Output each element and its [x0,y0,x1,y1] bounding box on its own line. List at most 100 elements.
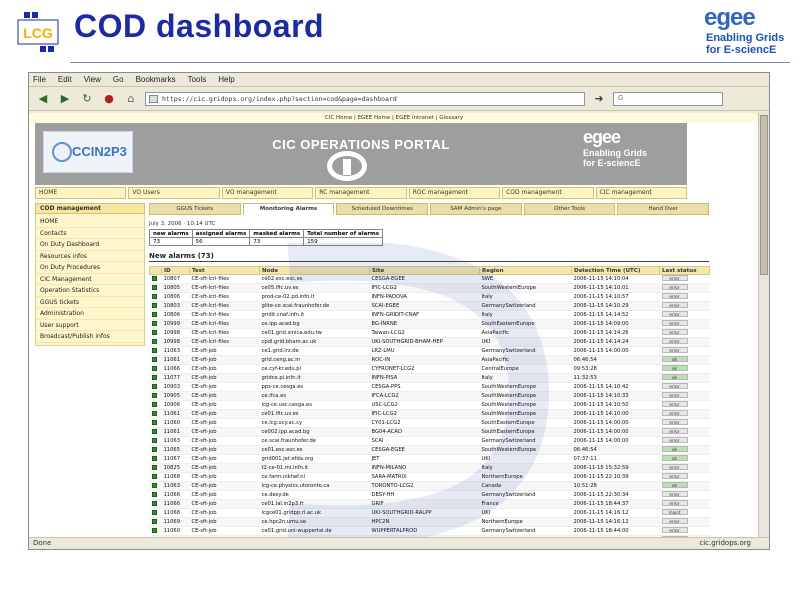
alarm-id[interactable]: 10806 [161,292,190,302]
nav-tab-vo-management[interactable]: VO management [221,187,314,199]
table-row[interactable]: 11068 CE-sft-job lcgce01.gridpp.rl.ac.uk UK… [149,508,710,518]
table-row[interactable]: 10825 CE-sft-job t2-ce-01.mi.infn.it INFN-M… [149,463,710,473]
alarm-id[interactable]: 10825 [161,463,190,473]
alarm-id[interactable]: 10803 [161,301,190,311]
tab-hand-over[interactable]: Hand Over [617,203,710,215]
checkbox-icon[interactable] [151,528,157,533]
checkbox-icon[interactable] [151,510,157,515]
status-badge[interactable]: error [661,302,688,308]
table-row[interactable]: 10805 CE-sft-lcrl-files ce05.ific.uv.es IFI… [149,283,710,293]
status-badge[interactable]: error [661,527,688,533]
sidebar-item-contacts[interactable]: Contacts [36,228,144,239]
status-badge[interactable]: error [661,311,688,317]
alarm-id[interactable]: 11068 [161,508,190,518]
status-badge[interactable]: ok [661,446,688,452]
alarm-id[interactable]: 11061 [161,355,190,365]
table-row[interactable]: 10806 CE-sft-lcrl-files prod-ce-02.pd.infn… [149,292,710,302]
alarm-id[interactable]: 11060 [161,418,190,428]
row-checkbox-cell[interactable] [149,328,162,338]
alarm-id[interactable]: 11068 [161,472,190,482]
row-checkbox-cell[interactable] [149,490,162,500]
checkbox-icon[interactable] [151,366,157,371]
checkbox-icon[interactable] [151,492,157,497]
checkbox-icon[interactable] [151,285,157,290]
alarm-id[interactable]: 11063 [161,481,190,491]
tab-sam-admin-s-page[interactable]: SAM Admin's page [430,203,522,215]
alarm-id[interactable]: 10905 [161,391,190,401]
table-row[interactable]: 11065 CE-sft-job ce01.esc.esc.es CESGA-EGEE… [149,445,710,455]
menu-item-file[interactable]: File [33,75,46,84]
table-row[interactable]: 11066 CE-sft-job ce.cyf-kr.edu.pl CYFRONET-… [149,364,710,374]
table-row[interactable]: 11061 CE-sft-job ce002.ipp.acad.bg BG04-ACA… [149,427,710,437]
alarm-id[interactable]: 11065 [161,445,190,455]
checkbox-icon[interactable] [151,375,157,380]
table-row[interactable]: 11063 CE-sft-job lcg-ce.physics.utoronto.c… [149,481,710,491]
table-row[interactable]: 11066 CE-sft-job ce01.lal.in2p3.fr GRIF Fran… [149,499,710,509]
status-badge[interactable]: error [661,410,688,416]
table-row[interactable]: 11067 CE-sft-job grid001.jet.efda.org JET UK… [149,454,710,464]
checkbox-icon[interactable] [151,474,157,479]
alarm-id[interactable]: 11066 [161,364,190,374]
row-checkbox-cell[interactable] [149,346,162,356]
row-checkbox-cell[interactable] [149,526,162,536]
menu-item-tools[interactable]: Tools [188,75,207,84]
checkbox-icon[interactable] [151,348,157,353]
alarm-id[interactable]: 10807 [161,274,190,284]
sidebar-item-resources-infos[interactable]: Resources infos [36,251,144,262]
table-row[interactable]: 10803 CE-sft-lcrl-files glite-ce.scai.frau… [149,301,710,311]
status-badge[interactable]: error [661,491,688,497]
alarm-id[interactable]: 10998 [161,337,190,347]
row-checkbox-cell[interactable] [149,292,162,302]
row-checkbox-cell[interactable] [149,409,162,419]
row-checkbox-cell[interactable] [149,364,162,374]
table-row[interactable]: 10906 CE-sft-job lcg-ce.usc.cesga.es USC-LC… [149,400,710,410]
status-badge[interactable]: error [661,293,688,299]
nav-tab-cic-management[interactable]: CIC management [595,187,687,199]
table-row[interactable]: 11060 CE-sft-job ce01.grid.uni-wuppertal.d… [149,526,710,536]
scrollbar-thumb[interactable] [760,115,768,275]
row-checkbox-cell[interactable] [149,418,162,428]
row-checkbox-cell[interactable] [149,454,162,464]
checkbox-icon[interactable] [151,357,157,362]
table-row[interactable]: 10806 CE-sft-lcrl-files gridit.cnaf.infn.i… [149,310,710,320]
sidebar-item-administration[interactable]: Administration [36,308,144,320]
sidebar-item-on-duty-procedures[interactable]: On Duty Procedures [36,262,144,274]
sidebar-item-cic-management[interactable]: CIC Management [36,274,144,285]
alarm-id[interactable]: 11061 [161,409,190,419]
nav-tab-cod-management[interactable]: COD management [502,187,594,199]
nav-tab-home[interactable]: HOME [35,187,127,199]
table-row[interactable]: 10998 CE-sft-lcrl-files ce01.grid.sinica.e… [149,328,710,338]
table-row[interactable]: 11077 CE-sft-job gridce.pi.infn.it INFN-PIS… [149,373,710,383]
table-row[interactable]: 10903 CE-sft-job pps-ce.cesga.es CESGA-PPS S… [149,382,710,392]
status-badge[interactable]: ok [661,482,688,488]
alarm-id[interactable]: 11066 [161,499,190,509]
checkbox-icon[interactable] [151,303,157,308]
status-badge[interactable]: error [661,338,688,344]
alarm-column-header[interactable]: Detection Time (UTC) [571,266,660,275]
alarm-id[interactable]: 11063 [161,436,190,446]
row-checkbox-cell[interactable] [149,319,162,329]
row-checkbox-cell[interactable] [149,337,162,347]
status-badge[interactable]: error [661,329,688,335]
alarm-column-header[interactable]: ID [161,266,190,275]
alarm-column-header[interactable] [149,266,162,275]
sidebar-item-user-support[interactable]: User support [36,320,144,331]
nav-tab-roc-management[interactable]: ROC management [408,187,501,199]
row-checkbox-cell[interactable] [149,472,162,482]
alarm-id[interactable]: 10906 [161,400,190,410]
status-badge[interactable]: ok [661,356,688,362]
status-badge[interactable]: error [661,401,688,407]
menu-item-go[interactable]: Go [113,75,124,84]
menu-item-view[interactable]: View [84,75,101,84]
row-checkbox-cell[interactable] [149,310,162,320]
row-checkbox-cell[interactable] [149,373,162,383]
row-checkbox-cell[interactable] [149,436,162,446]
alarm-id[interactable]: 11060 [161,526,190,536]
row-checkbox-cell[interactable] [149,508,162,518]
nav-tab-rc-management[interactable]: RC management [315,187,407,199]
table-row[interactable]: 11063 CE-sft-job ce1.grid.lrz.de LRZ-LMU Ger… [149,346,710,356]
checkbox-icon[interactable] [151,501,157,506]
checkbox-icon[interactable] [151,519,157,524]
alarm-column-header[interactable]: Region [479,266,572,275]
table-row[interactable]: 10905 CE-sft-job ce.ifca.es IFCA-LCG2 SouthW… [149,391,710,401]
